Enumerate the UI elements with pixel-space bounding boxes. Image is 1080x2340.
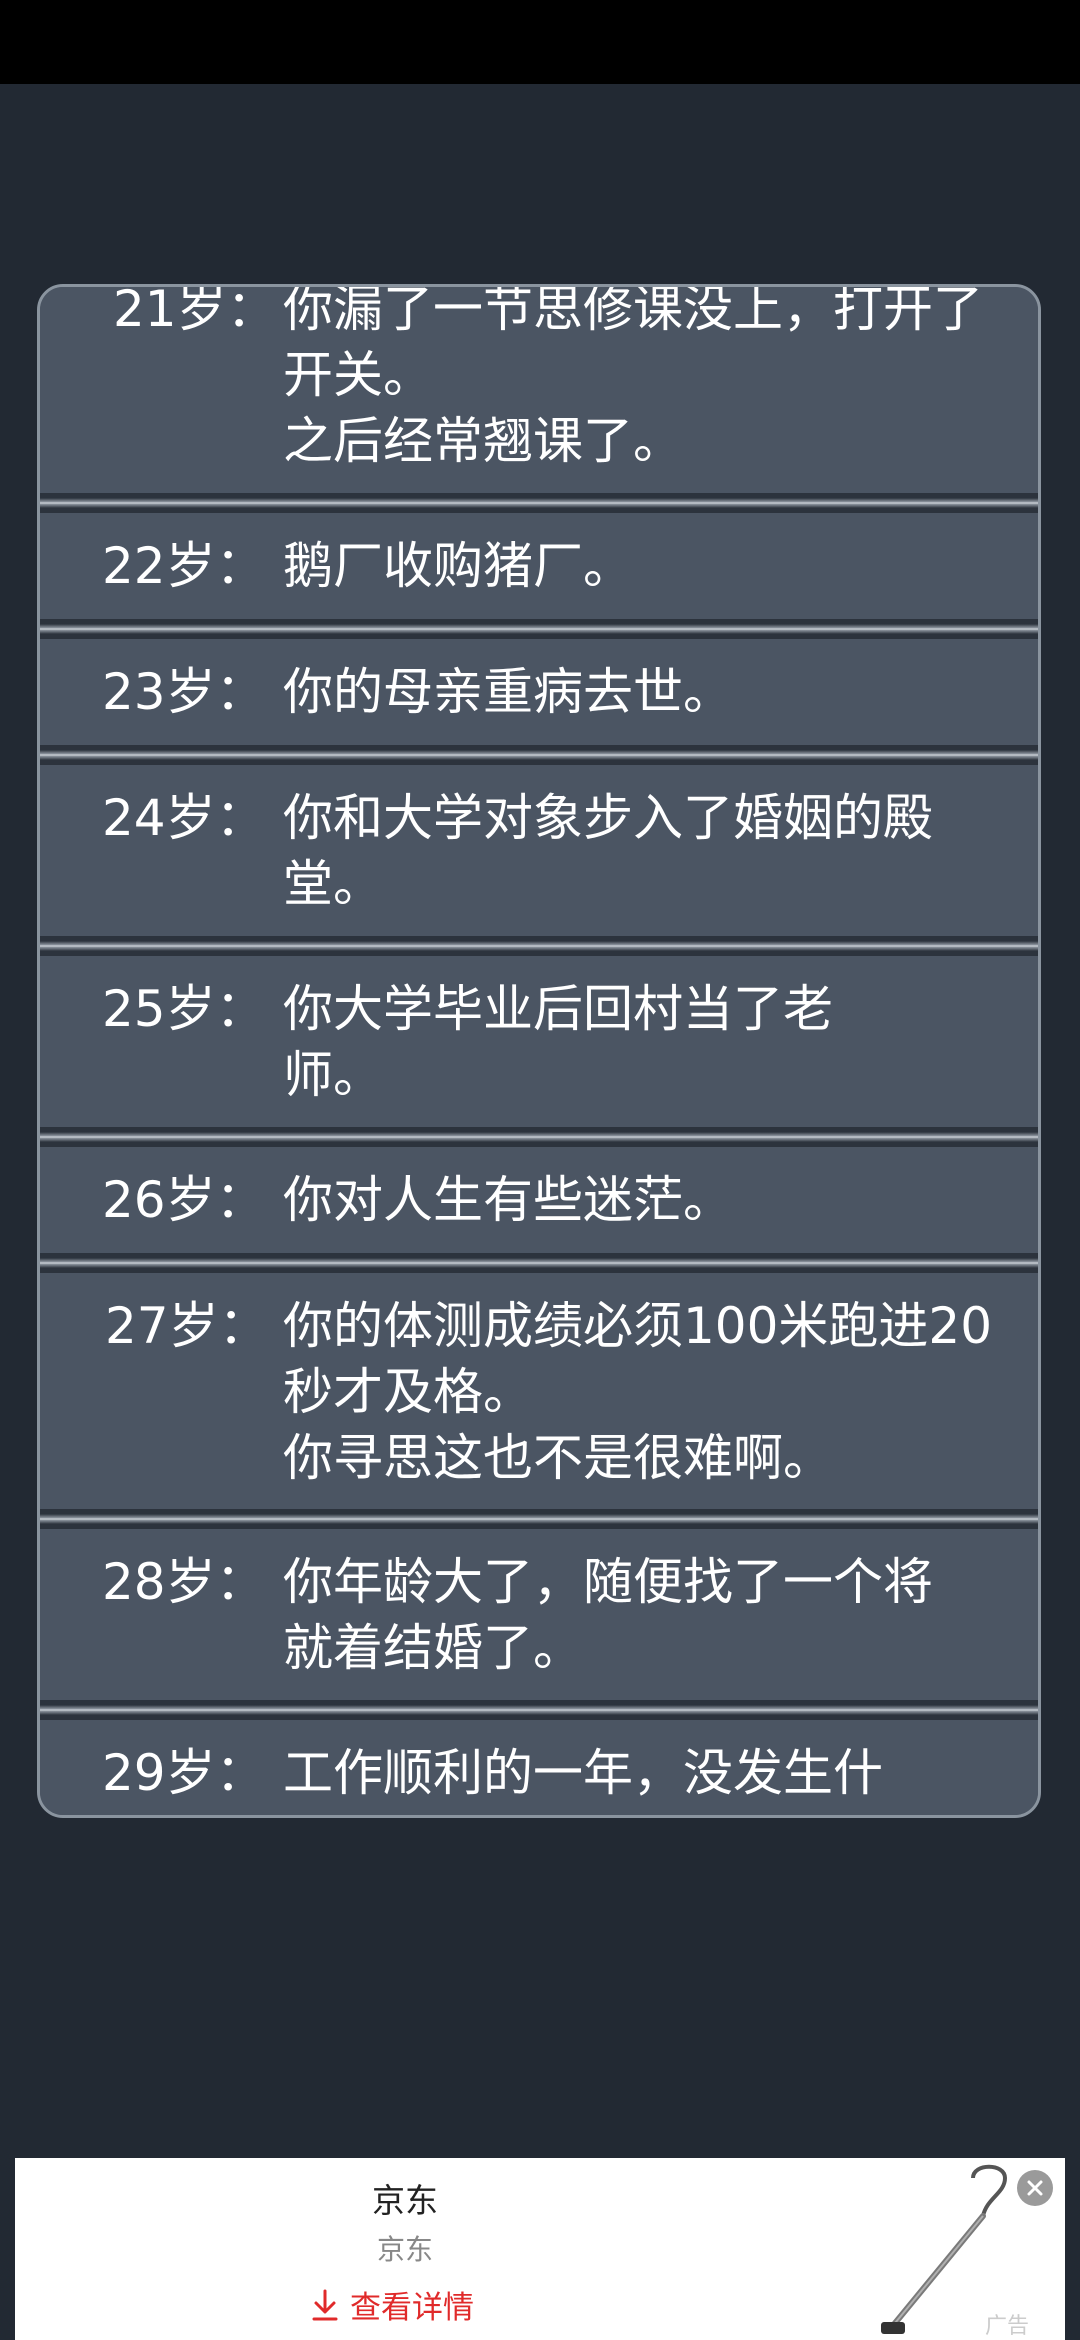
event-row-23: 23岁： 你的母亲重病去世。 bbox=[40, 639, 1038, 745]
event-age: 27岁： bbox=[105, 1297, 269, 1355]
event-age: 22岁： bbox=[102, 537, 266, 595]
event-row-28: 28岁： 你年龄大了，随便找了一个将就着结婚了。 bbox=[40, 1529, 1038, 1700]
row-divider bbox=[40, 1700, 1038, 1720]
event-age: 24岁： bbox=[102, 789, 266, 847]
status-bar bbox=[0, 0, 1080, 84]
event-text: 你大学毕业后回村当了老师。 bbox=[283, 980, 833, 1104]
event-age: 26岁： bbox=[102, 1171, 266, 1229]
ad-tag: 广告 bbox=[985, 2314, 1030, 2339]
row-divider bbox=[40, 619, 1038, 639]
event-text: 你的母亲重病去世。 bbox=[283, 663, 733, 721]
event-row-27: 27岁： 你的体测成绩必须100米跑进20秒才及格。 你寻思这也不是很难啊。 bbox=[40, 1273, 1038, 1509]
event-age: 28岁： bbox=[102, 1553, 266, 1611]
download-arrow-icon bbox=[312, 2289, 338, 2320]
ad-subtitle: 京东 bbox=[376, 2233, 433, 2266]
event-text: 你年龄大了，随便找了一个将就着结婚了。 bbox=[283, 1553, 933, 1677]
event-age: 21岁： bbox=[113, 284, 277, 338]
view-details-link[interactable]: 查看详情 bbox=[310, 2282, 474, 2327]
ad-banner[interactable]: 京东 京东 查看详情 广告 bbox=[15, 2158, 1065, 2340]
event-text: 鹅厂收购猪厂。 bbox=[283, 537, 633, 595]
event-text: 你对人生有些迷茫。 bbox=[283, 1171, 733, 1229]
event-row-22: 22岁： 鹅厂收购猪厂。 bbox=[40, 513, 1038, 619]
row-divider bbox=[40, 1127, 1038, 1147]
row-divider bbox=[40, 745, 1038, 765]
event-age: 25岁： bbox=[102, 980, 266, 1038]
event-age: 29岁： bbox=[102, 1744, 266, 1802]
event-row-26: 26岁： 你对人生有些迷茫。 bbox=[40, 1147, 1038, 1253]
event-row-29: 29岁： 工作顺利的一年，没发生什 bbox=[40, 1720, 1038, 1815]
life-events-panel[interactable]: 21岁： 你漏了一节思修课没上，打开了开关。 之后经常翘课了。 22岁： 鹅厂收… bbox=[37, 284, 1041, 1818]
event-row-21: 21岁： 你漏了一节思修课没上，打开了开关。 之后经常翘课了。 bbox=[40, 284, 1038, 476]
row-divider bbox=[40, 493, 1038, 513]
event-text: 工作顺利的一年，没发生什 bbox=[283, 1744, 883, 1802]
event-row-24: 24岁： 你和大学对象步入了婚姻的殿堂。 bbox=[40, 765, 1038, 936]
event-text: 你漏了一节思修课没上，打开了开关。 之后经常翘课了。 bbox=[283, 284, 983, 470]
row-divider bbox=[40, 1253, 1038, 1273]
close-icon bbox=[1027, 2180, 1043, 2196]
row-divider bbox=[40, 936, 1038, 956]
row-divider bbox=[40, 1509, 1038, 1529]
event-text: 你和大学对象步入了婚姻的殿堂。 bbox=[283, 789, 933, 913]
close-ad-button[interactable] bbox=[1017, 2170, 1053, 2206]
event-age: 23岁： bbox=[102, 663, 266, 721]
event-text: 你的体测成绩必须100米跑进20秒才及格。 你寻思这也不是很难啊。 bbox=[283, 1297, 993, 1487]
event-row-25: 25岁： 你大学毕业后回村当了老师。 bbox=[40, 956, 1038, 1127]
ad-title: 京东 bbox=[372, 2181, 438, 2220]
view-details-label: 查看详情 bbox=[350, 2290, 474, 2326]
